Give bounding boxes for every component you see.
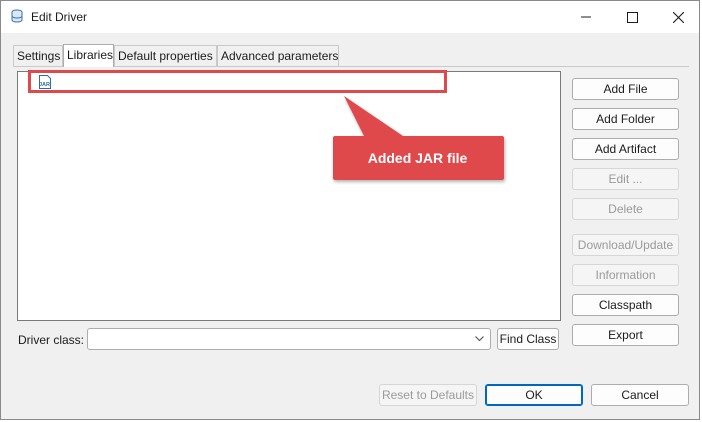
tab-advanced-parameters[interactable]: Advanced parameters [217, 45, 339, 66]
add-folder-button[interactable]: Add Folder [572, 108, 679, 130]
driver-class-label: Driver class: [18, 333, 85, 347]
driver-class-select[interactable] [87, 328, 491, 350]
title-bar: Edit Driver [1, 1, 699, 33]
tab-settings[interactable]: Settings [13, 45, 63, 66]
tab-divider [13, 66, 689, 67]
add-artifact-button[interactable]: Add Artifact [572, 138, 679, 160]
chevron-down-icon [475, 336, 484, 342]
edit-button[interactable]: Edit ... [572, 168, 679, 190]
highlight-box [28, 70, 447, 93]
tab-default-properties[interactable]: Default properties [114, 45, 217, 66]
classpath-button[interactable]: Classpath [572, 294, 679, 316]
reset-defaults-button[interactable]: Reset to Defaults [379, 384, 477, 406]
maximize-button[interactable] [609, 1, 655, 33]
close-button[interactable] [655, 1, 701, 33]
close-icon [672, 11, 684, 23]
callout-label: Added JAR file [367, 150, 468, 166]
ok-button[interactable]: OK [485, 384, 583, 406]
information-button[interactable]: Information [572, 264, 679, 286]
minimize-icon [581, 16, 591, 18]
download-update-button[interactable]: Download/Update [572, 234, 679, 256]
delete-button[interactable]: Delete [572, 198, 679, 220]
tab-libraries[interactable]: Libraries [63, 44, 114, 67]
maximize-icon [626, 11, 638, 23]
add-file-button[interactable]: Add File [572, 78, 679, 100]
database-icon [11, 9, 23, 23]
cancel-button[interactable]: Cancel [591, 384, 689, 406]
find-class-button[interactable]: Find Class [497, 328, 559, 350]
minimize-button[interactable] [563, 1, 609, 33]
export-button[interactable]: Export [572, 324, 679, 346]
window-title: Edit Driver [31, 10, 88, 24]
